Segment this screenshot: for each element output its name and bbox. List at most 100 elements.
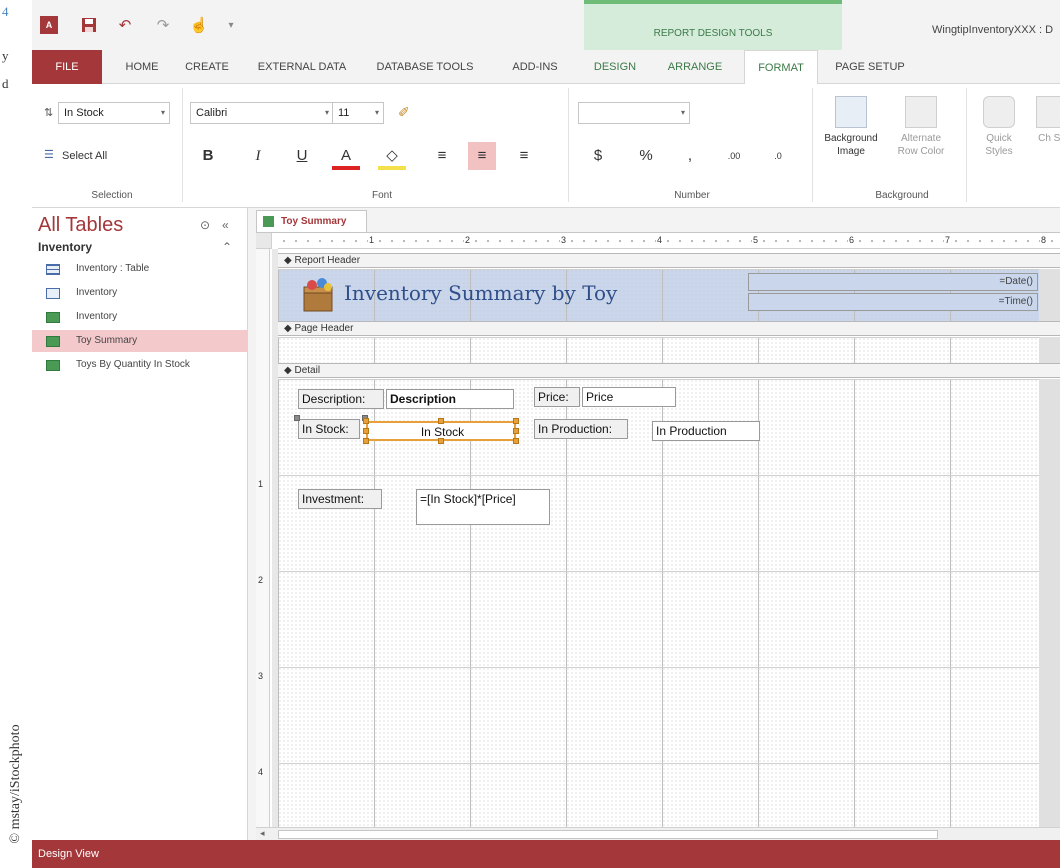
date-textbox[interactable]: =Date() [748,273,1038,291]
margin-figure-number: 4 [2,4,9,19]
detail-bar[interactable]: ◆ Detail [278,363,1060,378]
access-app-icon[interactable]: A [40,16,58,34]
increase-decimals-button[interactable]: .00 [720,142,748,170]
tab-database-tools[interactable]: DATABASE TOOLS [370,50,480,84]
font-family-combo[interactable]: Calibri ▾ [190,102,334,124]
move-handle[interactable] [294,415,300,421]
quick-styles-button[interactable]: Quick Styles [976,88,1022,184]
format-painter-icon[interactable]: ✐ [398,104,410,121]
ruler-number: 3 [560,235,568,245]
time-textbox[interactable]: =Time() [748,293,1038,311]
tab-design[interactable]: DESIGN [586,50,644,84]
bold-button[interactable]: B [194,142,222,170]
scroll-left-icon[interactable]: ◂ [260,828,265,839]
nav-item-toys-by-quantity[interactable]: Toys By Quantity In Stock [32,354,247,376]
decrease-decimals-button[interactable]: .0 [764,142,792,170]
resize-handle[interactable] [513,418,519,424]
number-format-combo[interactable]: ▾ [578,102,690,124]
align-center-icon[interactable]: ≡ [468,142,496,170]
resize-handle[interactable] [438,418,444,424]
price-textbox[interactable]: Price [582,387,676,407]
undo-icon[interactable]: ↶ [116,16,134,34]
horizontal-ruler[interactable]: 1 2 3 4 5 6 7 8 [278,233,1060,249]
nav-group-header[interactable]: Inventory [38,240,92,254]
horizontal-scrollbar[interactable]: ◂ [256,827,1060,841]
document-area: Toy Summary 1 2 3 4 5 6 7 8 1 2 3 4 ◆ Re… [248,208,1060,841]
tab-format[interactable]: FORMAT [744,50,818,85]
description-label[interactable]: Description: [298,389,384,409]
in-production-textbox[interactable]: In Production [652,421,760,441]
document-tab-toy-summary[interactable]: Toy Summary [256,210,368,232]
touch-mode-icon[interactable]: ☝ [190,16,209,34]
nav-menu-icon[interactable]: ⊙ [200,218,210,232]
tab-add-ins[interactable]: ADD-INS [502,50,568,84]
scrollbar-thumb[interactable] [278,830,938,839]
nav-pane-title[interactable]: All Tables [38,214,123,237]
group-separator [568,88,569,202]
access-window: A ↶ ↷ ☝ ▾ REPORT DESIGN TOOLS WingtipInv… [32,0,1060,868]
window-title: WingtipInventoryXXX : D [932,24,1054,36]
vertical-ruler[interactable]: 1 2 3 4 [256,249,270,827]
tab-external-data[interactable]: EXTERNAL DATA [250,50,354,84]
select-all-icon: ☰ [44,149,54,161]
report-header-bar[interactable]: ◆ Report Header [278,253,1060,268]
tab-home[interactable]: HOME [118,50,166,84]
investment-textbox[interactable]: =[In Stock]*[Price] [416,489,550,525]
select-all-button[interactable]: Select All [62,150,107,162]
description-textbox[interactable]: Description [386,389,514,409]
nav-item-inventory-form[interactable]: Inventory [32,282,247,304]
collapse-pane-icon[interactable]: « [222,218,229,232]
comma-button[interactable]: , [676,142,704,170]
tab-arrange[interactable]: ARRANGE [662,50,728,84]
tab-page-setup[interactable]: PAGE SETUP [832,50,908,84]
resize-handle[interactable] [363,428,369,434]
ruler-number: 8 [1040,235,1048,245]
redo-icon[interactable]: ↷ [154,16,172,34]
status-view-label: Design View [38,848,99,860]
price-label[interactable]: Price: [534,387,580,407]
align-right-icon[interactable]: ≡ [510,142,538,170]
resize-handle[interactable] [513,428,519,434]
margin-text-fragment: y [2,48,9,63]
background-image-button[interactable]: Background Image [822,88,880,184]
underline-button[interactable]: U [288,142,316,170]
page-header-bar[interactable]: ◆ Page Header [278,321,1060,336]
save-icon[interactable] [80,16,98,34]
percent-button[interactable]: % [632,142,660,170]
group-separator [182,88,183,202]
report-logo[interactable] [298,275,338,315]
navigation-pane: All Tables ⊙ « Inventory ⌃ Inventory : T… [32,208,248,840]
report-header-section[interactable]: Inventory Summary by Toy =Date() =Time() [278,269,1039,321]
resize-handle[interactable] [513,438,519,444]
change-shape-button[interactable]: Ch Sh [1032,88,1060,184]
customize-qat-icon[interactable]: ▾ [222,16,240,34]
page-header-section[interactable] [278,337,1039,363]
font-color-button[interactable]: A [332,142,360,170]
nav-item-inventory-report[interactable]: Inventory [32,306,247,328]
nav-item-inventory-table[interactable]: Inventory : Table [32,258,247,280]
tab-create[interactable]: CREATE [178,50,236,84]
ruler-number: 1 [368,235,376,245]
ruler-corner[interactable] [256,233,272,249]
object-selector-combo[interactable]: In Stock ▾ [58,102,170,124]
tab-file[interactable]: FILE [32,50,102,84]
detail-section[interactable]: Description: Description Price: Price In… [278,379,1039,827]
alternate-row-color-button[interactable]: Alternate Row Color [892,88,950,184]
italic-button[interactable]: I [244,142,272,170]
quick-styles-icon [983,96,1015,128]
collapse-group-icon[interactable]: ⌃ [222,240,232,254]
currency-button[interactable]: $ [584,142,612,170]
picture-icon [835,96,867,128]
photo-credit: © mstay/iStockphoto [8,724,23,844]
report-title[interactable]: Inventory Summary by Toy [344,281,617,305]
in-stock-label[interactable]: In Stock: [298,419,360,439]
investment-label[interactable]: Investment: [298,489,382,509]
background-color-icon[interactable]: ◇ [378,142,406,170]
resize-handle[interactable] [363,418,369,424]
resize-handle[interactable] [363,438,369,444]
font-size-combo[interactable]: 11 ▾ [332,102,384,124]
in-production-label[interactable]: In Production: [534,419,628,439]
nav-item-toy-summary[interactable]: Toy Summary [32,330,247,352]
resize-handle[interactable] [438,438,444,444]
align-left-icon[interactable]: ≡ [428,142,456,170]
